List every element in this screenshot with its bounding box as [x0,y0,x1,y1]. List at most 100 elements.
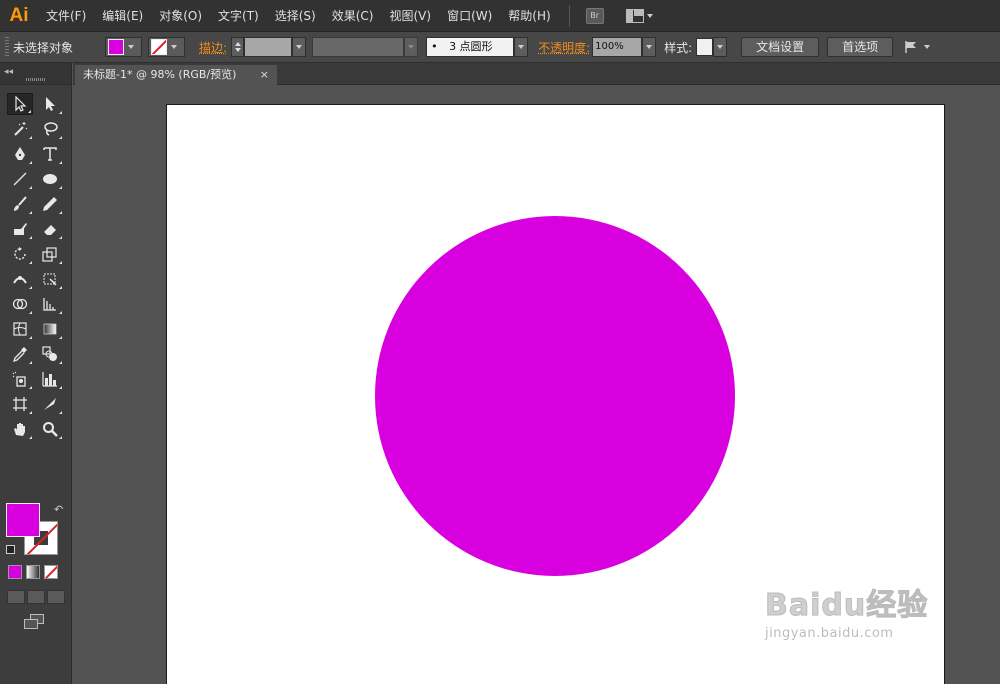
menu-help[interactable]: 帮助(H) [500,0,558,32]
color-mode-button[interactable] [8,565,22,579]
ellipse-tool[interactable] [37,168,63,190]
mesh-icon [13,322,27,336]
draw-behind-button[interactable] [27,590,45,604]
document-setup-button[interactable]: 文档设置 [741,37,820,57]
bridge-icon[interactable]: Br [585,7,604,24]
document-tab[interactable]: 未标题-1* @ 98% (RGB/预览) × [75,65,277,85]
document-tab-bar: 未标题-1* @ 98% (RGB/预览) × [73,63,1000,85]
pencil-tool[interactable] [37,193,63,215]
shape-builder-icon [12,298,28,310]
menu-select[interactable]: 选择(S) [267,0,324,32]
free-transform-tool[interactable] [37,268,63,290]
fill-color-picker[interactable] [105,37,143,57]
variable-width-profile[interactable] [312,37,419,57]
menu-bar: Ai 文件(F) 编辑(E) 对象(O) 文字(T) 选择(S) 效果(C) 视… [0,0,1000,32]
gradient-icon [43,323,57,335]
pen-nib-icon [15,147,25,160]
panel-grip[interactable] [26,78,46,81]
width-tool[interactable] [7,268,33,290]
column-graph-tool[interactable] [37,368,63,390]
line-segment-tool[interactable] [7,168,33,190]
free-transform-icon [43,273,57,286]
artboard-tool[interactable] [7,393,33,415]
symbol-sprayer-tool[interactable] [7,368,33,390]
preferences-button[interactable]: 首选项 [827,37,894,57]
selection-tool[interactable] [7,93,33,115]
screen-front-icon [24,619,38,629]
type-tool[interactable] [37,143,63,165]
tools-panel-header[interactable]: ◂◂ [0,63,71,85]
menu-type[interactable]: 文字(T) [210,0,267,32]
default-fill-stroke-icon[interactable] [6,545,15,554]
opacity-input[interactable]: 100% [592,37,643,57]
stepper-arrows-icon[interactable] [231,37,245,57]
chevron-down-icon[interactable] [292,37,307,57]
magic-wand-tool[interactable] [7,118,33,140]
menu-view[interactable]: 视图(V) [381,0,439,32]
workspace-switcher[interactable] [604,8,653,23]
menu-window[interactable]: 窗口(W) [439,0,500,32]
fill-color-box[interactable] [6,503,40,537]
brush-definition[interactable]: • 3 点圆形 [426,37,529,57]
width-tool-icon [13,276,27,284]
stroke-weight-input[interactable] [244,37,293,57]
gradient-tool[interactable] [37,318,63,340]
opacity-label[interactable]: 不透明度: [538,39,590,56]
draw-inside-button[interactable] [47,590,65,604]
menu-object[interactable]: 对象(O) [151,0,210,32]
profile-preview [312,37,405,57]
swap-fill-stroke-icon[interactable]: ↶ [54,503,63,516]
hand-tool[interactable] [7,418,33,440]
menu-effect[interactable]: 效果(C) [324,0,382,32]
direct-selection-tool[interactable] [37,93,63,115]
magic-wand-icon [14,122,28,136]
screen-mode-button[interactable] [24,614,46,630]
menu-divider [568,4,570,27]
stroke-label[interactable]: 描边: [199,39,227,56]
graphic-style-picker[interactable] [696,37,728,57]
stroke-weight-stepper[interactable] [231,37,307,57]
zoom-tool[interactable] [37,418,63,440]
stroke-color-picker[interactable] [148,37,186,57]
chevron-down-icon[interactable] [642,37,657,57]
paintbrush-tool[interactable] [7,193,33,215]
arrange-documents-menu[interactable] [903,40,931,54]
column-graph-icon [42,372,57,387]
stroke-none-swatch [151,39,168,55]
lasso-tool[interactable] [37,118,63,140]
none-mode-button[interactable] [44,565,58,579]
drawing-modes [7,590,65,604]
pencil-icon [43,197,57,211]
scale-tool[interactable] [37,243,63,265]
eyedropper-tool[interactable] [7,343,33,365]
slice-tool[interactable] [37,393,63,415]
ai-logo: Ai [9,4,29,26]
menu-edit[interactable]: 编辑(E) [94,0,151,32]
rotate-tool[interactable] [7,243,33,265]
style-label: 样式: [664,40,693,55]
chevron-down-icon [124,37,138,57]
fill-stroke-widget: ↶ [6,503,63,559]
magenta-circle-shape[interactable] [375,216,735,576]
blob-brush-tool[interactable] [7,218,33,240]
mesh-tool[interactable] [7,318,33,340]
eraser-tool[interactable] [37,218,63,240]
close-tab-icon[interactable]: × [260,65,269,85]
line-segment-icon [13,172,27,186]
brush-label: 3 点圆形 [449,40,493,53]
opacity-field[interactable]: 100% [592,37,657,57]
perspective-grid-tool[interactable] [37,293,63,315]
perspective-grid-icon [43,298,56,311]
pen-tool[interactable] [7,143,33,165]
blend-tool[interactable] [37,343,63,365]
collapse-arrows-icon[interactable]: ◂◂ [4,67,13,77]
shape-builder-tool[interactable] [7,293,33,315]
menu-file[interactable]: 文件(F) [38,0,94,32]
draw-normal-button[interactable] [7,590,25,604]
chevron-down-icon [924,45,931,49]
panel-grip[interactable] [5,37,9,57]
gradient-mode-button[interactable] [26,565,40,579]
control-bar: 未选择对象 描边: • 3 点圆形 不透明度: 100% 样式: 文档设置 首选… [0,32,1000,63]
fill-swatch [108,39,125,55]
eyedropper-icon [12,347,27,362]
